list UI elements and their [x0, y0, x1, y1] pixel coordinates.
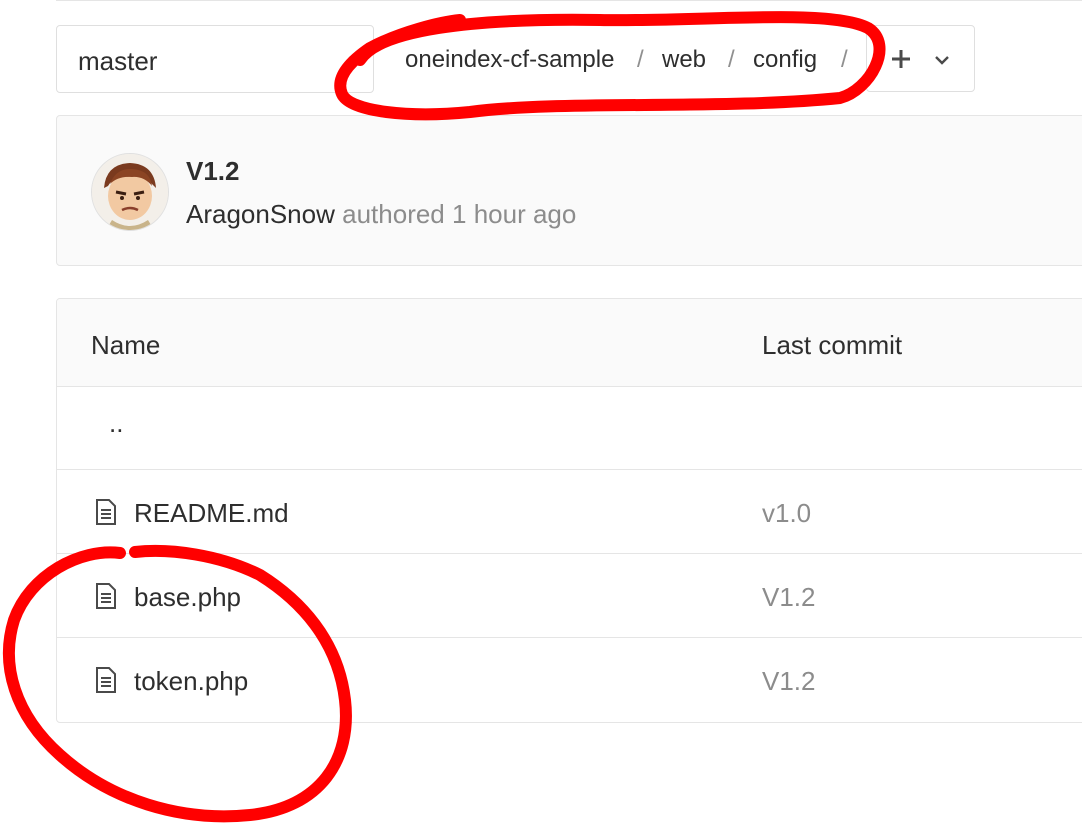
file-icon	[96, 583, 116, 609]
chevron-down-icon	[935, 56, 949, 65]
parent-directory-link[interactable]: ..	[109, 408, 123, 439]
breadcrumb-item-config[interactable]: config	[753, 46, 817, 74]
breadcrumb-item-project[interactable]: oneindex-cf-sample	[405, 46, 614, 74]
commit-author[interactable]: AragonSnow	[186, 199, 335, 229]
table-row[interactable]: README.md v1.0	[57, 470, 1082, 554]
file-last-commit[interactable]: v1.0	[762, 498, 811, 529]
commit-meta: AragonSnow authored 1 hour ago	[186, 199, 576, 230]
parent-directory-row[interactable]: ..	[57, 386, 1082, 470]
branch-name: master	[78, 46, 158, 76]
commit-action: authored	[342, 199, 445, 229]
chevron-down-icon	[348, 56, 362, 65]
column-header-last-commit: Last commit	[762, 330, 903, 360]
table-row[interactable]: token.php V1.2	[57, 638, 1082, 722]
plus-icon	[892, 50, 910, 68]
file-icon	[96, 499, 116, 525]
breadcrumb-separator: /	[841, 46, 848, 73]
column-header-name: Name	[91, 330, 161, 360]
last-commit-panel: V1.2 AragonSnow authored 1 hour ago	[56, 115, 1082, 266]
commit-time: 1 hour ago	[452, 199, 577, 229]
file-name[interactable]: base.php	[134, 582, 241, 613]
file-tree-table: Name Last commit .. README.md v1.0 base.…	[56, 298, 1082, 723]
add-file-dropdown[interactable]	[866, 25, 975, 92]
breadcrumb-item-web[interactable]: web	[662, 46, 706, 74]
breadcrumb-separator: /	[637, 46, 644, 73]
branch-selector[interactable]: master	[56, 25, 374, 93]
file-last-commit[interactable]: V1.2	[762, 582, 816, 613]
file-name[interactable]: README.md	[134, 498, 289, 529]
file-name[interactable]: token.php	[134, 666, 248, 697]
table-row[interactable]: base.php V1.2	[57, 554, 1082, 638]
commit-title[interactable]: V1.2	[186, 156, 240, 187]
breadcrumb-separator: /	[728, 46, 735, 73]
avatar-image	[92, 154, 168, 230]
file-icon	[96, 667, 116, 693]
table-header: Name Last commit	[57, 299, 1082, 387]
top-divider	[56, 0, 1082, 1]
avatar[interactable]	[91, 153, 169, 231]
file-last-commit[interactable]: V1.2	[762, 666, 816, 697]
